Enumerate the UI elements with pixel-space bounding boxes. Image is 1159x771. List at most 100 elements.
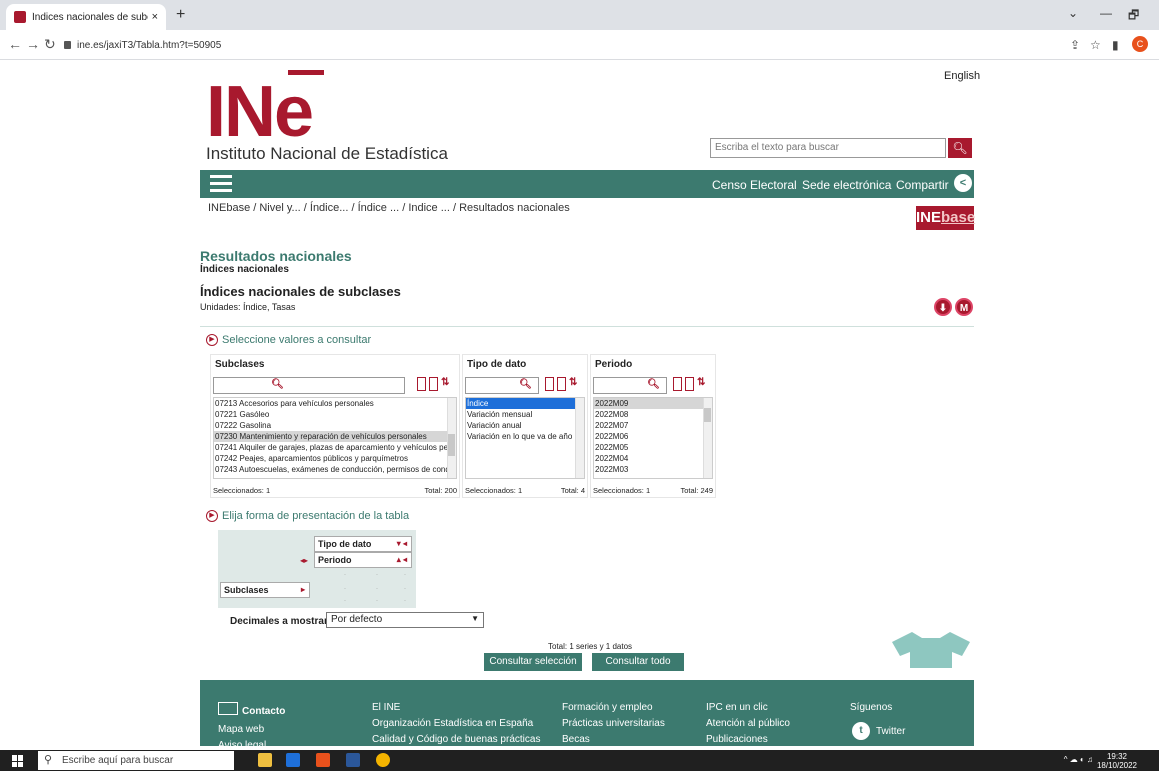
chrome-icon[interactable] — [376, 753, 390, 767]
back-arrow-icon[interactable]: ← — [8, 36, 22, 52]
pivot-row-subclases[interactable]: Subclases ▸ — [220, 582, 310, 598]
restore-button[interactable]: 🗗 — [1128, 6, 1139, 27]
sidepanel-icon[interactable]: ▮ — [1112, 38, 1119, 52]
select-all-icon[interactable] — [673, 377, 682, 391]
scrollbar[interactable] — [447, 398, 456, 478]
move-arrows-icon[interactable]: ▴ ◂ — [397, 553, 407, 567]
bookmark-star-icon[interactable]: ☆ — [1090, 38, 1101, 52]
browser-tab[interactable]: Índices nacionales de subclases: × — [6, 4, 166, 30]
share-icon[interactable]: < — [954, 174, 972, 192]
subclases-list[interactable]: 07213 Accesorios para vehículos personal… — [213, 397, 457, 479]
list-item[interactable]: 07222 Gasolina — [214, 420, 456, 431]
clock-date: 18/10/2022 — [1096, 761, 1137, 770]
sort-icon[interactable]: ⇅ — [441, 377, 449, 391]
list-item[interactable]: 07242 Peajes, aparcamientos públicos y p… — [214, 453, 456, 464]
nav-sede-electronica[interactable]: Sede electrónica — [802, 178, 891, 192]
list-item[interactable]: Variación en lo que va de año — [466, 431, 584, 442]
consult-selection-button[interactable]: Consultar selección — [484, 653, 582, 671]
taskbar-clock[interactable]: 19:32 18/10/2022 — [1097, 752, 1137, 770]
back-to-top-icon[interactable] — [892, 632, 970, 668]
sort-icon[interactable]: ⇅ — [697, 377, 705, 391]
profile-avatar[interactable]: C — [1132, 36, 1148, 52]
list-item[interactable]: 07243 Autoescuelas, exámenes de conducci… — [214, 464, 456, 475]
download-icon[interactable]: ⬇ — [934, 298, 952, 316]
close-tab-icon[interactable]: × — [152, 11, 158, 23]
footer-formacion[interactable]: Formación y empleo — [562, 702, 653, 713]
footer-practicas[interactable]: Prácticas universitarias — [562, 718, 665, 729]
deselect-icon[interactable] — [429, 377, 438, 391]
footer-calidad[interactable]: Calidad y Código de buenas prácticas — [372, 734, 540, 745]
list-item-selected[interactable]: 2022M09 — [594, 398, 712, 409]
system-tray-icons[interactable]: ^ ☁ ◐ ♫ — [1064, 755, 1093, 764]
url-field[interactable]: ine.es/jaxiT3/Tabla.htm?t=50905 — [64, 36, 221, 54]
footer-contacto[interactable]: Contacto — [242, 706, 285, 717]
list-item[interactable]: 2022M08 — [594, 409, 712, 420]
list-item[interactable]: 07221 Gasóleo — [214, 409, 456, 420]
pivot-col-tipo-dato[interactable]: Tipo de dato ▾ ◂ — [314, 536, 412, 552]
swap-arrows-icon[interactable]: ◂▸ — [300, 556, 308, 565]
list-item-selected[interactable]: Índice — [466, 398, 584, 409]
scrollbar[interactable] — [575, 398, 584, 478]
hamburger-menu-icon[interactable] — [210, 175, 232, 193]
pivot-col-periodo[interactable]: Periodo ▴ ◂ — [314, 552, 412, 568]
inebase-logo[interactable]: INEbase — [916, 206, 975, 230]
step-select-values[interactable]: ▶ Seleccione valores a consultar — [206, 334, 371, 346]
decimals-select[interactable]: Por defecto ▼ — [326, 612, 484, 628]
step-table-layout[interactable]: ▶ Elija forma de presentación de la tabl… — [206, 510, 409, 522]
windows-start-icon[interactable] — [12, 755, 24, 767]
forward-arrow-icon[interactable]: → — [26, 36, 40, 52]
mobile-version-icon[interactable]: M — [955, 298, 973, 316]
file-explorer-icon[interactable] — [258, 753, 272, 767]
nav-censo-electoral[interactable]: Censo Electoral — [712, 178, 797, 192]
list-item[interactable]: Variación mensual — [466, 409, 584, 420]
move-arrows-icon[interactable]: ▾ ◂ — [397, 537, 407, 551]
footer-organizacion[interactable]: Organización Estadística en España — [372, 718, 533, 729]
search-button[interactable]: 🔍︎ — [948, 138, 972, 158]
nav-compartir[interactable]: Compartir — [896, 178, 949, 192]
subclases-search-input[interactable]: 🔍︎ — [213, 377, 405, 394]
taskbar-search-input[interactable]: ⚲ Escribe aquí para buscar — [38, 751, 234, 770]
reload-icon[interactable]: ↻ — [44, 36, 56, 53]
tipo-dato-search-input[interactable]: 🔍︎ — [465, 377, 539, 394]
scrollbar[interactable] — [703, 398, 712, 478]
footer-publicaciones[interactable]: Publicaciones — [706, 734, 768, 745]
list-item[interactable]: 2022M06 — [594, 431, 712, 442]
footer-el-ine[interactable]: El INE — [372, 702, 400, 713]
move-arrow-icon[interactable]: ▸ — [301, 583, 305, 597]
office-icon[interactable] — [316, 753, 330, 767]
footer-twitter[interactable]: Twitter — [876, 726, 905, 737]
breadcrumb[interactable]: INEbase / Nivel y... / Índice... / Índic… — [208, 202, 570, 214]
ine-logo[interactable]: INe — [206, 70, 324, 148]
new-tab-button[interactable]: + — [176, 6, 185, 24]
list-item[interactable]: 2022M03 — [594, 464, 712, 475]
footer-ipc[interactable]: IPC en un clic — [706, 702, 768, 713]
select-all-icon[interactable] — [545, 377, 554, 391]
consult-all-button[interactable]: Consultar todo — [592, 653, 684, 671]
list-item[interactable]: 2022M05 — [594, 442, 712, 453]
periodo-search-input[interactable]: 🔍︎ — [593, 377, 667, 394]
share-page-icon[interactable]: ⇪ — [1070, 38, 1080, 52]
edge-browser-icon[interactable] — [286, 753, 300, 767]
minimize-button[interactable]: — — [1100, 6, 1112, 20]
list-item[interactable]: 07213 Accesorios para vehículos personal… — [214, 398, 456, 409]
list-item[interactable]: 07241 Alquiler de garajes, plazas de apa… — [214, 442, 456, 453]
twitter-icon[interactable]: t — [852, 722, 870, 740]
list-item[interactable]: 2022M04 — [594, 453, 712, 464]
footer-mapa-web[interactable]: Mapa web — [218, 724, 264, 735]
tipo-dato-list[interactable]: Índice Variación mensual Variación anual… — [465, 397, 585, 479]
select-all-icon[interactable] — [417, 377, 426, 391]
sort-icon[interactable]: ⇅ — [569, 377, 577, 391]
list-item-selected[interactable]: 07230 Mantenimiento y reparación de vehí… — [214, 431, 456, 442]
site-search-input[interactable]: Escriba el texto para buscar — [710, 138, 946, 158]
word-icon[interactable] — [346, 753, 360, 767]
periodo-list[interactable]: 2022M09 2022M08 2022M07 2022M06 2022M05 … — [593, 397, 713, 479]
footer-atencion[interactable]: Atención al público — [706, 718, 790, 729]
list-item[interactable]: 2022M07 — [594, 420, 712, 431]
deselect-icon[interactable] — [685, 377, 694, 391]
tipo-dato-footer: Seleccionados: 1 Total: 4 — [465, 486, 585, 495]
english-language-link[interactable]: English — [944, 70, 980, 82]
deselect-icon[interactable] — [557, 377, 566, 391]
footer-becas[interactable]: Becas — [562, 734, 590, 745]
chevron-down-icon[interactable]: ⌄ — [1068, 6, 1078, 20]
list-item[interactable]: Variación anual — [466, 420, 584, 431]
